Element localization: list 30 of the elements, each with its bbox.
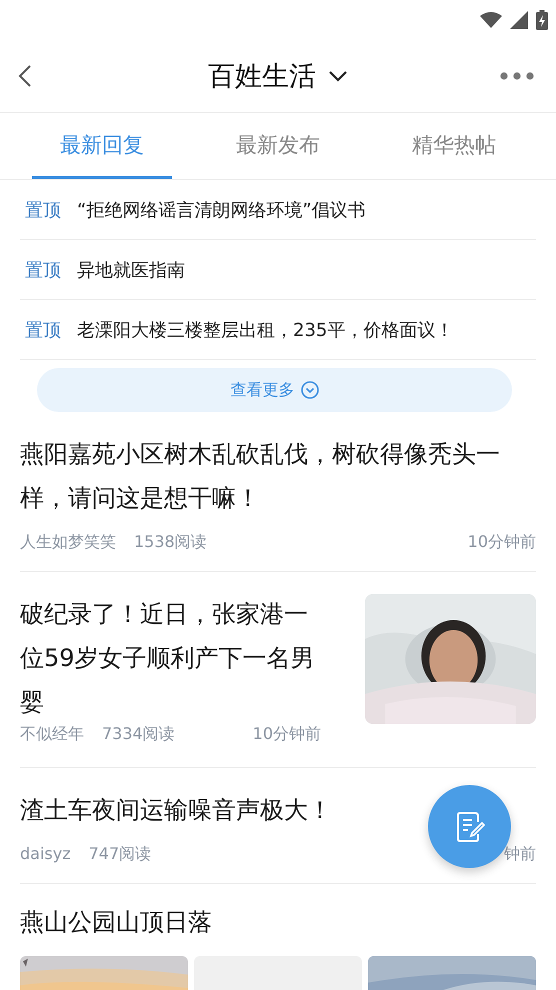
post-title[interactable]: 燕阳嘉苑小区树木乱砍乱伐，树砍得像秃头一样，请问这是想干嘛！ bbox=[20, 432, 536, 520]
pinned-post-title[interactable]: “拒绝网络谣言清朗网络环境”倡议书 bbox=[77, 198, 366, 222]
chevron-down-icon[interactable] bbox=[328, 70, 348, 82]
wifi-icon bbox=[480, 12, 502, 28]
back-icon[interactable] bbox=[18, 64, 32, 88]
post-title[interactable]: 破纪录了！近日，张家港一位59岁女子顺利产下一名男婴 bbox=[20, 592, 321, 724]
pinned-tag: 置顶 bbox=[25, 198, 61, 222]
post-time: 10分钟前 bbox=[252, 724, 321, 745]
pinned-tag: 置顶 bbox=[25, 318, 61, 342]
compose-icon bbox=[454, 810, 484, 844]
more-icon[interactable] bbox=[500, 72, 534, 80]
post-title[interactable]: 燕山公园山顶日落 bbox=[20, 900, 536, 944]
post-time: 钟前 bbox=[504, 844, 536, 865]
post-time: 10分钟前 bbox=[468, 532, 536, 553]
read-count: 1538阅读 bbox=[134, 532, 207, 553]
battery-icon bbox=[536, 10, 548, 30]
signal-icon bbox=[510, 11, 528, 29]
post-author: 不似经年 bbox=[20, 724, 84, 745]
tab[interactable]: 最新发布 bbox=[208, 113, 348, 179]
read-count: 747阅读 bbox=[88, 844, 152, 865]
post-author: daisyz bbox=[20, 844, 71, 865]
pinned-post-title[interactable]: 老溧阳大楼三楼整层出租，235平，价格面议！ bbox=[77, 318, 454, 342]
pinned-post-title[interactable]: 异地就医指南 bbox=[77, 258, 185, 282]
page-title[interactable]: 百姓生活 bbox=[208, 58, 316, 94]
chevron-down-circle-icon bbox=[300, 381, 318, 399]
pinned-tag: 置顶 bbox=[25, 258, 61, 282]
tab[interactable]: 精华热帖 bbox=[384, 113, 524, 179]
post-author: 人生如梦笑笑 bbox=[20, 532, 116, 553]
read-count: 7334阅读 bbox=[102, 724, 175, 745]
post-title[interactable]: 渣土车夜间运输噪音声极大！ bbox=[20, 788, 536, 832]
